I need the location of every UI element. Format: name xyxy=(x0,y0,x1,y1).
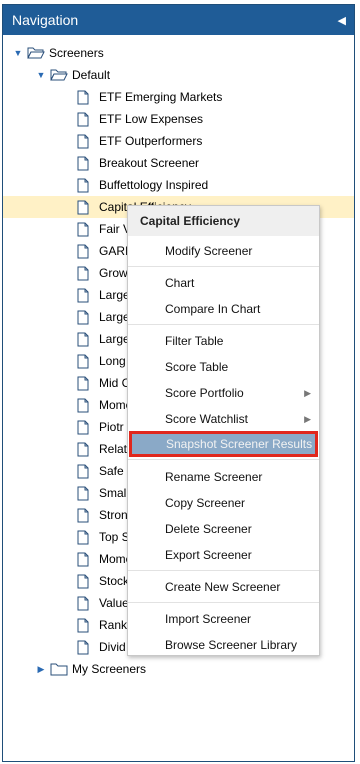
screener-item[interactable]: ETF Emerging Markets xyxy=(3,86,354,108)
screener-item-label: Stron xyxy=(99,508,128,522)
file-icon xyxy=(77,574,89,588)
file-icon xyxy=(77,398,89,412)
screener-item-label: Large xyxy=(99,332,130,346)
menu-item-snapshot-screener-results[interactable]: Snapshot Screener Results xyxy=(129,431,318,457)
menu-separator xyxy=(128,459,319,460)
file-icon xyxy=(77,464,89,478)
file-icon xyxy=(77,112,89,126)
screener-item-label: Long xyxy=(99,354,126,368)
tree-node-label: Default xyxy=(72,68,111,82)
navigation-panel: Navigation ◀ ▼ Screeners ▼ Default ETF E… xyxy=(2,4,355,762)
file-icon xyxy=(77,266,89,280)
caret-down-icon[interactable]: ▼ xyxy=(36,70,46,80)
screener-item-label: Stock xyxy=(99,574,130,588)
screener-item-label: Rank xyxy=(99,618,128,632)
menu-item-browse-screener-library[interactable]: Browse Screener Library xyxy=(128,632,319,658)
file-icon xyxy=(77,552,89,566)
menu-separator xyxy=(128,266,319,267)
menu-item-create-new-screener[interactable]: Create New Screener xyxy=(128,574,319,600)
tree-node-default[interactable]: ▼ Default xyxy=(36,64,354,86)
screener-item-label: GARI xyxy=(99,244,129,258)
menu-item-compare-in-chart[interactable]: Compare In Chart xyxy=(128,296,319,322)
menu-item-export-screener[interactable]: Export Screener xyxy=(128,542,319,568)
screener-item-label: Value xyxy=(99,596,129,610)
menu-item-modify-screener[interactable]: Modify Screener xyxy=(128,238,319,264)
screener-item-label: Safe xyxy=(99,464,124,478)
navigation-title: Navigation xyxy=(12,12,79,28)
file-icon xyxy=(77,222,89,236)
file-icon xyxy=(77,178,89,192)
menu-item-import-screener[interactable]: Import Screener xyxy=(128,606,319,632)
tree-node-label: My Screeners xyxy=(72,662,147,676)
folder-open-icon xyxy=(27,47,45,59)
file-icon xyxy=(77,618,89,632)
file-icon xyxy=(77,420,89,434)
file-icon xyxy=(77,288,89,302)
menu-item-score-table[interactable]: Score Table xyxy=(128,354,319,380)
file-icon xyxy=(77,442,89,456)
tree-node-my-screeners[interactable]: ▶ My Screeners xyxy=(36,658,354,680)
context-menu-title: Capital Efficiency xyxy=(128,206,319,236)
screener-item-label: Large xyxy=(99,310,130,324)
file-icon xyxy=(77,156,89,170)
file-icon xyxy=(77,200,89,214)
screener-item-label: ETF Emerging Markets xyxy=(99,90,223,104)
screener-item-label: Large xyxy=(99,288,130,302)
menu-separator xyxy=(128,570,319,571)
context-menu: Capital Efficiency Modify Screener Chart… xyxy=(127,205,320,656)
caret-down-icon[interactable]: ▼ xyxy=(13,48,23,58)
menu-item-filter-table[interactable]: Filter Table xyxy=(128,328,319,354)
menu-separator xyxy=(128,324,319,325)
screener-item[interactable]: ETF Outperformers xyxy=(3,130,354,152)
caret-right-icon[interactable]: ▶ xyxy=(36,664,46,674)
file-icon xyxy=(77,376,89,390)
screener-item-label: ETF Outperformers xyxy=(99,134,203,148)
file-icon xyxy=(77,332,89,346)
menu-item-chart[interactable]: Chart xyxy=(128,270,319,296)
screener-item[interactable]: Breakout Screener xyxy=(3,152,354,174)
submenu-arrow-icon: ▶ xyxy=(304,413,311,424)
file-icon xyxy=(77,310,89,324)
menu-separator xyxy=(128,602,319,603)
screener-item-label: Divid xyxy=(99,640,126,654)
submenu-arrow-icon: ▶ xyxy=(304,387,311,398)
menu-item-score-portfolio[interactable]: Score Portfolio ▶ xyxy=(128,380,319,406)
tree-node-label: Screeners xyxy=(49,46,104,60)
screener-item-label: Grow xyxy=(99,266,128,280)
screener-item-label: Top S xyxy=(99,530,130,544)
menu-item-delete-screener[interactable]: Delete Screener xyxy=(128,516,319,542)
file-icon xyxy=(77,90,89,104)
screener-item-label: ETF Low Expenses xyxy=(99,112,204,126)
screener-item[interactable]: Buffettology Inspired xyxy=(3,174,354,196)
tree-node-screeners[interactable]: ▼ Screeners xyxy=(13,42,354,64)
file-icon xyxy=(77,486,89,500)
file-icon xyxy=(77,530,89,544)
screener-item-label: Buffettology Inspired xyxy=(99,178,209,192)
folder-open-icon xyxy=(50,69,68,81)
navigation-header: Navigation ◀ xyxy=(3,5,354,35)
file-icon xyxy=(77,508,89,522)
screener-item-label: Relat xyxy=(99,442,128,456)
folder-closed-icon xyxy=(50,663,68,676)
file-icon xyxy=(77,354,89,368)
file-icon xyxy=(77,640,89,654)
chevron-left-icon[interactable]: ◀ xyxy=(338,14,346,27)
screener-item-label: Mid C xyxy=(99,376,131,390)
file-icon xyxy=(77,244,89,258)
menu-item-score-watchlist[interactable]: Score Watchlist ▶ xyxy=(128,406,319,432)
screener-item[interactable]: ETF Low Expenses xyxy=(3,108,354,130)
screener-item-label: Breakout Screener xyxy=(99,156,200,170)
menu-item-copy-screener[interactable]: Copy Screener xyxy=(128,490,319,516)
file-icon xyxy=(77,596,89,610)
menu-item-rename-screener[interactable]: Rename Screener xyxy=(128,464,319,490)
screener-item-label: Piotr xyxy=(99,420,124,434)
file-icon xyxy=(77,134,89,148)
screener-item-label: Smal xyxy=(99,486,127,500)
